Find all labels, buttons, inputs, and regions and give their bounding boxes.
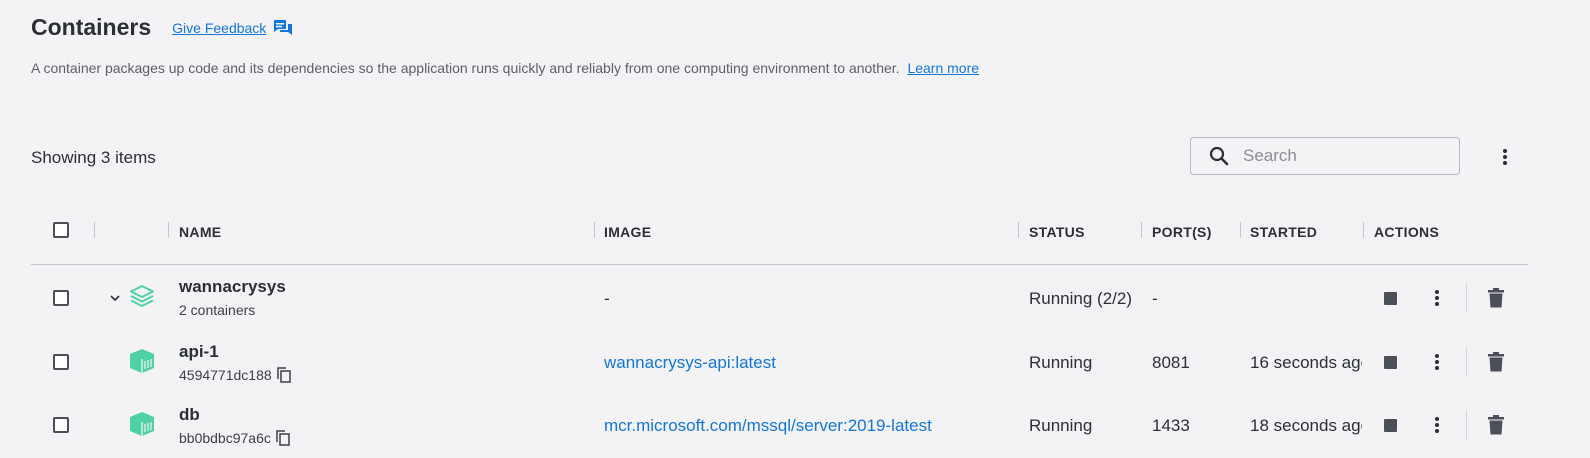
give-feedback-label: Give Feedback (172, 19, 267, 36)
action-separator (1466, 347, 1467, 377)
column-separator (1018, 222, 1019, 238)
column-separator (1363, 222, 1364, 238)
row-checkbox[interactable] (53, 290, 69, 306)
page-title: Containers (31, 14, 152, 40)
row-subtitle: 4594771dc188 (179, 367, 291, 383)
row-subtitle: 2 containers (179, 302, 255, 318)
more-options-icon[interactable] (1428, 414, 1446, 436)
delete-icon[interactable] (1486, 286, 1506, 310)
column-header-name[interactable]: NAME (179, 224, 221, 240)
page-description: A container packages up code and its dep… (31, 60, 979, 76)
search-input[interactable] (1241, 145, 1445, 167)
row-name[interactable]: wannacrysys (179, 277, 286, 297)
row-ports[interactable]: 8081 (1152, 353, 1190, 373)
table-row[interactable]: api-1 4594771dc188 wannacrysys-api:lates… (0, 334, 1590, 394)
row-ports[interactable]: 1433 (1152, 416, 1190, 436)
container-id: 4594771dc188 (179, 367, 272, 383)
column-header-actions: ACTIONS (1374, 224, 1440, 240)
container-id: bb0bdbc97a6c (179, 430, 271, 446)
container-count: 2 containers (179, 302, 256, 318)
row-status: Running (1029, 353, 1093, 372)
more-options-icon[interactable] (1428, 287, 1446, 309)
table-row[interactable]: wannacrysys 2 containers - Running (2/2)… (0, 270, 1590, 330)
row-image-link[interactable]: wannacrysys-api:latest (604, 353, 776, 373)
action-separator (1466, 410, 1467, 440)
stop-icon[interactable] (1381, 416, 1399, 434)
feedback-icon (274, 19, 293, 35)
more-options-icon[interactable] (1428, 351, 1446, 373)
column-separator (594, 222, 595, 238)
description-text: A container packages up code and its dep… (31, 60, 900, 76)
column-header-ports[interactable]: PORT(S) (1152, 224, 1212, 240)
row-subtitle: bb0bdbc97a6c (179, 430, 290, 446)
delete-icon[interactable] (1486, 350, 1506, 374)
column-header-image[interactable]: IMAGE (604, 224, 651, 240)
row-checkbox[interactable] (53, 354, 69, 370)
container-icon (128, 411, 156, 437)
item-count: Showing 3 items (31, 148, 156, 167)
column-separator (168, 222, 169, 238)
row-image-link[interactable]: mcr.microsoft.com/mssql/server:2019-late… (604, 416, 932, 436)
header-divider (31, 264, 1528, 265)
chevron-down-icon[interactable] (107, 290, 123, 306)
table-header: NAME IMAGE STATUS PORT(S) STARTED ACTION… (0, 212, 1590, 252)
stack-icon (129, 283, 155, 309)
column-separator (1141, 222, 1142, 238)
column-separator (1240, 222, 1241, 238)
give-feedback-link[interactable]: Give Feedback (172, 19, 293, 37)
search-box[interactable] (1190, 137, 1460, 175)
column-header-started[interactable]: STARTED (1250, 224, 1317, 240)
copy-icon[interactable] (276, 367, 291, 383)
table-row[interactable]: db bb0bdbc97a6c mcr.microsoft.com/mssql/… (0, 397, 1590, 457)
stop-icon[interactable] (1381, 353, 1399, 371)
copy-icon[interactable] (276, 430, 290, 446)
action-separator (1466, 283, 1467, 313)
page-header: Containers Give Feedback (31, 14, 293, 41)
row-name[interactable]: api-1 (179, 342, 219, 362)
search-icon (1209, 146, 1229, 166)
row-started: 16 seconds ago (1250, 353, 1362, 372)
container-icon (128, 348, 156, 374)
row-status: Running (2/2) (1029, 289, 1133, 308)
more-options-icon[interactable] (1497, 145, 1513, 169)
select-all-checkbox[interactable] (53, 222, 69, 238)
column-separator (94, 222, 95, 238)
row-ports: - (1152, 289, 1158, 308)
column-header-status[interactable]: STATUS (1029, 224, 1085, 240)
row-started: 18 seconds ago (1250, 416, 1362, 435)
row-checkbox[interactable] (53, 417, 69, 433)
learn-more-link[interactable]: Learn more (907, 60, 979, 76)
row-name[interactable]: db (179, 405, 200, 425)
delete-icon[interactable] (1486, 413, 1506, 437)
row-image: - (604, 289, 610, 308)
row-status: Running (1029, 416, 1093, 435)
stop-icon[interactable] (1381, 289, 1399, 307)
